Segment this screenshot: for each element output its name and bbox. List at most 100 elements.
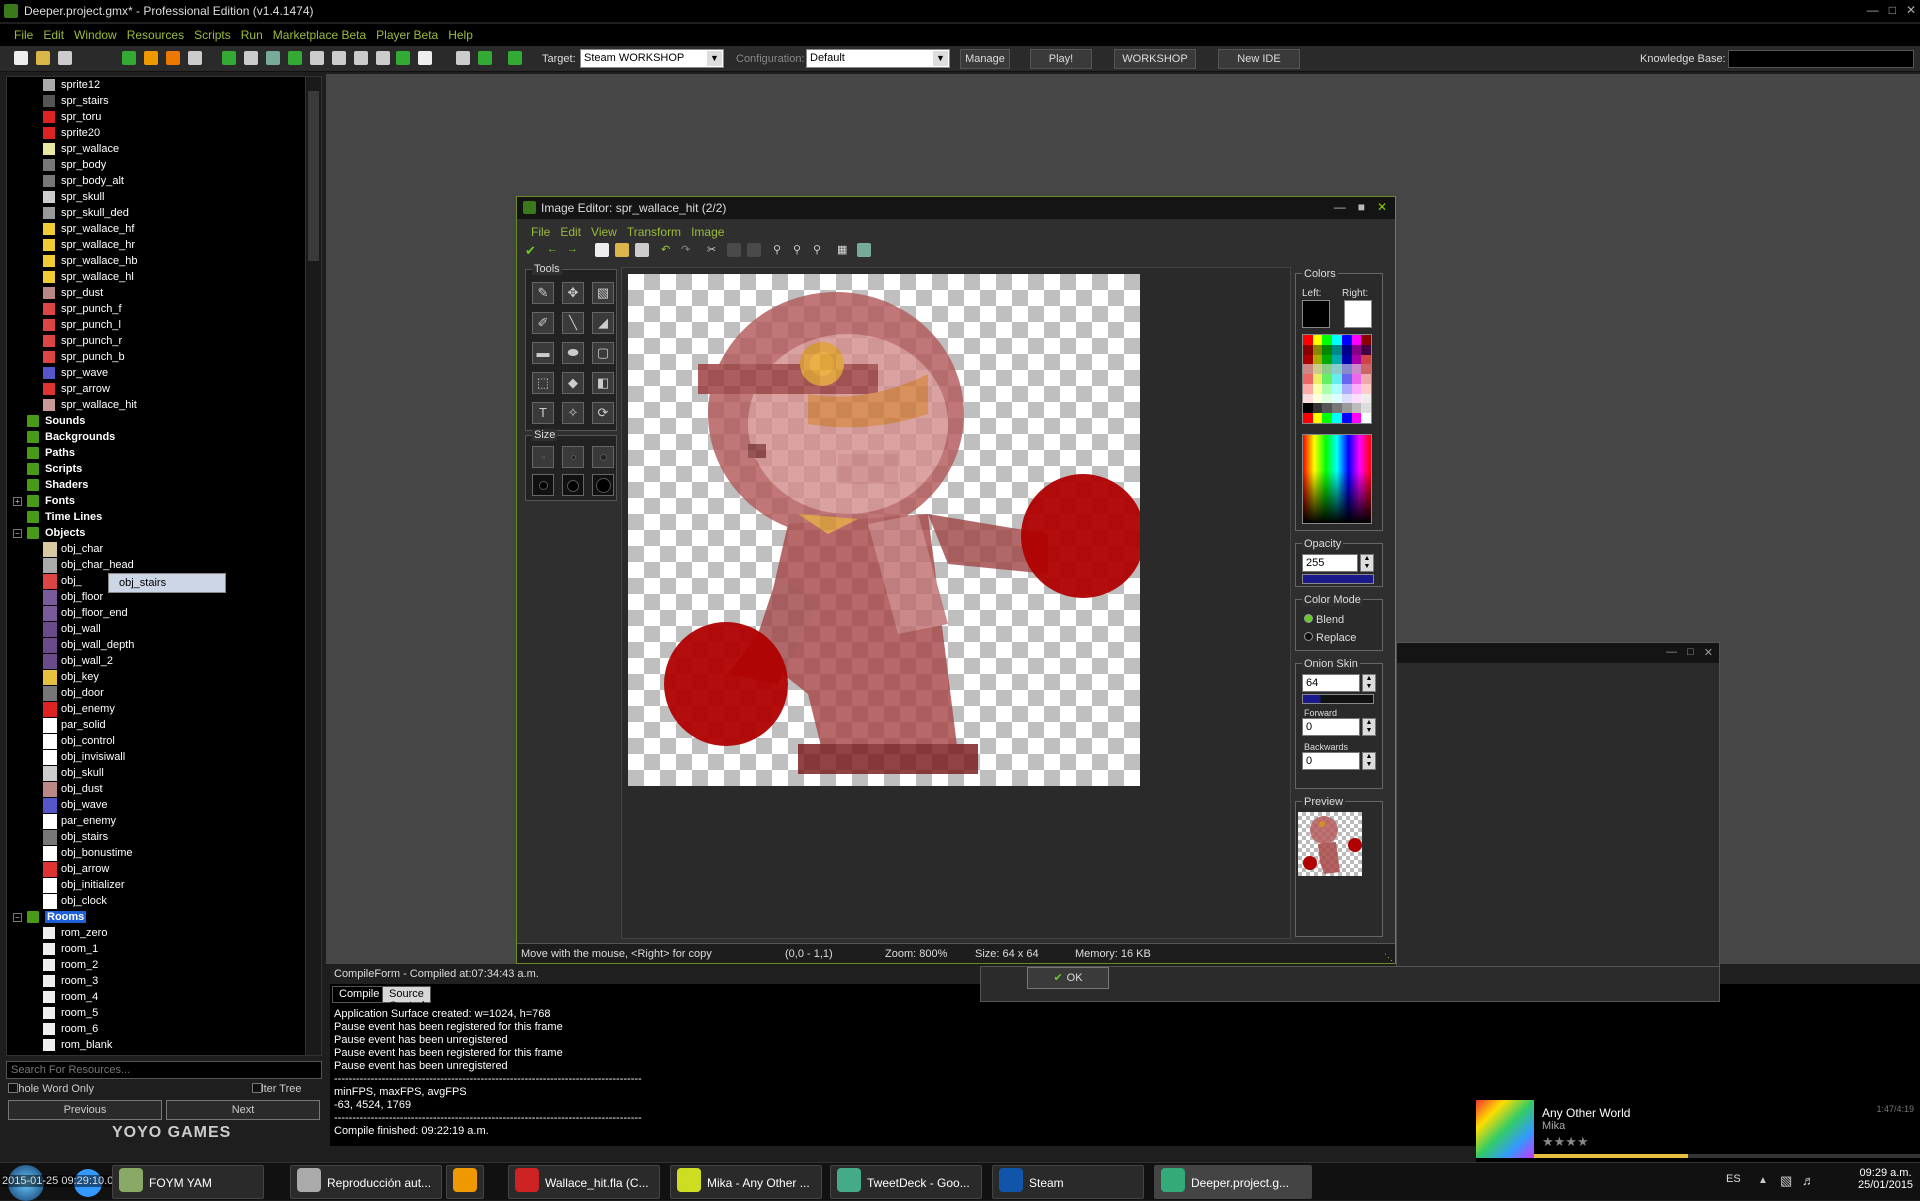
tree-item-object[interactable]: obj_wave — [7, 797, 303, 813]
palette-swatch[interactable] — [1322, 374, 1333, 384]
undo-icon[interactable]: ↶ — [661, 243, 675, 257]
polygon-icon[interactable]: ◢ — [592, 312, 614, 334]
palette-swatch[interactable] — [1361, 364, 1371, 375]
ie-menu-view[interactable]: View — [591, 225, 617, 239]
palette-swatch[interactable] — [1351, 364, 1362, 375]
palette-swatch[interactable] — [1303, 383, 1313, 394]
tree-item-room[interactable]: room_1 — [7, 941, 303, 957]
zoom-in-icon[interactable]: ⚲ — [813, 243, 827, 257]
palette-swatch[interactable] — [1322, 354, 1333, 365]
task-flash[interactable]: Wallace_hit.fla (C... — [508, 1165, 660, 1199]
minimize-icon[interactable]: — — [1867, 3, 1879, 17]
palette-swatch[interactable] — [1312, 393, 1323, 404]
target-select[interactable]: Steam WORKSHOP ▼ — [580, 49, 724, 68]
right-color-swatch[interactable] — [1344, 300, 1372, 328]
copy-icon[interactable] — [310, 51, 324, 65]
backwards-spinner[interactable]: ▲ ▼ — [1362, 752, 1376, 770]
tree-folder-objects[interactable]: − Objects — [7, 525, 303, 541]
task-tweetdeck[interactable]: TweetDeck - Goo... — [830, 1165, 982, 1199]
save-icon[interactable] — [58, 51, 72, 65]
save-icon[interactable] — [635, 243, 649, 257]
language-indicator[interactable]: ES — [1726, 1173, 1741, 1185]
help-icon[interactable] — [508, 51, 522, 65]
palette-swatch[interactable] — [1332, 364, 1342, 375]
tree-item-sprite[interactable]: spr_punch_l — [7, 317, 303, 333]
palette-swatch[interactable] — [1303, 393, 1313, 404]
tray-up-icon[interactable]: ▲ — [1758, 1175, 1768, 1186]
tree-item-sprite[interactable]: spr_skull_ded — [7, 205, 303, 221]
tree-item-room[interactable]: room_5 — [7, 1005, 303, 1021]
paste-icon[interactable] — [747, 243, 761, 257]
menu-file[interactable]: File — [14, 28, 33, 42]
manage-button[interactable]: Manage — [960, 49, 1010, 69]
tree-item-room[interactable]: room_4 — [7, 989, 303, 1005]
close-icon[interactable]: ✕ — [1906, 3, 1916, 17]
brush-size-2-button[interactable] — [562, 446, 584, 468]
config-select[interactable]: Default ▼ — [806, 49, 950, 68]
palette-swatch[interactable] — [1303, 374, 1313, 384]
tree-item-object[interactable]: obj_char_head — [7, 557, 303, 573]
menu-help[interactable]: Help — [448, 28, 473, 42]
search-input[interactable]: Search For Resources... — [6, 1061, 322, 1079]
palette-swatch[interactable] — [1332, 413, 1342, 423]
menu-player-beta[interactable]: Player Beta — [376, 28, 438, 42]
copy-icon[interactable] — [727, 243, 741, 257]
left-color-swatch[interactable] — [1302, 300, 1330, 328]
tree-item-room[interactable]: rom_zero — [7, 925, 303, 941]
tree-item-sprite[interactable]: spr_wallace_hf — [7, 221, 303, 237]
brush-size-3-button[interactable] — [592, 446, 614, 468]
cut-icon[interactable]: ✂ — [707, 243, 721, 257]
maximize-icon[interactable]: ■ — [1358, 200, 1365, 214]
palette-swatch[interactable] — [1361, 383, 1371, 394]
tree-scrollbar[interactable] — [305, 77, 321, 1055]
clean-icon[interactable] — [188, 51, 202, 65]
tree-item-object[interactable]: obj_wall — [7, 621, 303, 637]
import-icon[interactable] — [288, 51, 302, 65]
palette-swatch[interactable] — [1351, 344, 1362, 355]
palette-swatch[interactable] — [1332, 383, 1342, 394]
song-progress[interactable] — [1534, 1154, 1920, 1158]
tree-item-object[interactable]: obj_floor_end — [7, 605, 303, 621]
palette-swatch[interactable] — [1351, 374, 1362, 384]
room-icon[interactable] — [418, 51, 432, 65]
arrow-right-icon[interactable]: → — [567, 243, 581, 257]
brush-size-5-button[interactable] — [562, 474, 584, 496]
opacity-bar[interactable] — [1302, 574, 1374, 584]
tree-item-object[interactable]: obj_clock — [7, 893, 303, 909]
tree-item-room[interactable]: room_3 — [7, 973, 303, 989]
palette-swatch[interactable] — [1322, 413, 1333, 423]
palette-swatch[interactable] — [1351, 354, 1362, 365]
onion-skin-spinner[interactable]: ▲ ▼ — [1362, 674, 1376, 692]
tree-item-object[interactable]: par_enemy — [7, 813, 303, 829]
tree-item-object[interactable]: obj_dust — [7, 781, 303, 797]
tree-folder-time-lines[interactable]: Time Lines — [7, 509, 303, 525]
palette-swatch[interactable] — [1351, 335, 1362, 345]
rectangle-icon[interactable]: ▬ — [532, 342, 554, 364]
close-icon[interactable]: ✕ — [1377, 200, 1387, 214]
tree-item-object[interactable]: obj_char — [7, 541, 303, 557]
palette-swatch[interactable] — [1322, 403, 1333, 414]
eraser-icon[interactable]: ▧ — [592, 282, 614, 304]
next-button[interactable]: Next — [166, 1100, 320, 1120]
task-gamemaker[interactable]: Deeper.project.g... — [1154, 1165, 1312, 1199]
knowledge-base-input[interactable] — [1728, 50, 1914, 68]
ie-menu-image[interactable]: Image — [691, 225, 724, 239]
tree-folder-backgrounds[interactable]: Backgrounds — [7, 429, 303, 445]
tree-item-object[interactable]: par_solid — [7, 717, 303, 733]
drawing-canvas[interactable] — [628, 274, 1140, 786]
build-icon[interactable] — [244, 51, 258, 65]
opacity-spinner[interactable]: ▲ ▼ — [1360, 554, 1374, 572]
add-icon[interactable] — [478, 51, 492, 65]
replace-radio[interactable]: Replace — [1304, 632, 1356, 644]
tree-item-sprite[interactable]: spr_wallace — [7, 141, 303, 157]
task-foym[interactable]: FOYM YAM — [112, 1165, 264, 1199]
rounded-rect-icon[interactable]: ▢ — [592, 342, 614, 364]
tree-item-object[interactable]: obj_initializer — [7, 877, 303, 893]
palette-swatch[interactable] — [1303, 335, 1313, 345]
palette-swatch[interactable] — [1332, 335, 1342, 345]
palette-swatch[interactable] — [1312, 344, 1323, 355]
tree-item-sprite[interactable]: spr_wave — [7, 365, 303, 381]
rating-stars[interactable]: ★★★★ — [1542, 1134, 1589, 1150]
tree-item-sprite[interactable]: spr_punch_f — [7, 301, 303, 317]
tree-item-sprite[interactable]: spr_wallace_hr — [7, 237, 303, 253]
